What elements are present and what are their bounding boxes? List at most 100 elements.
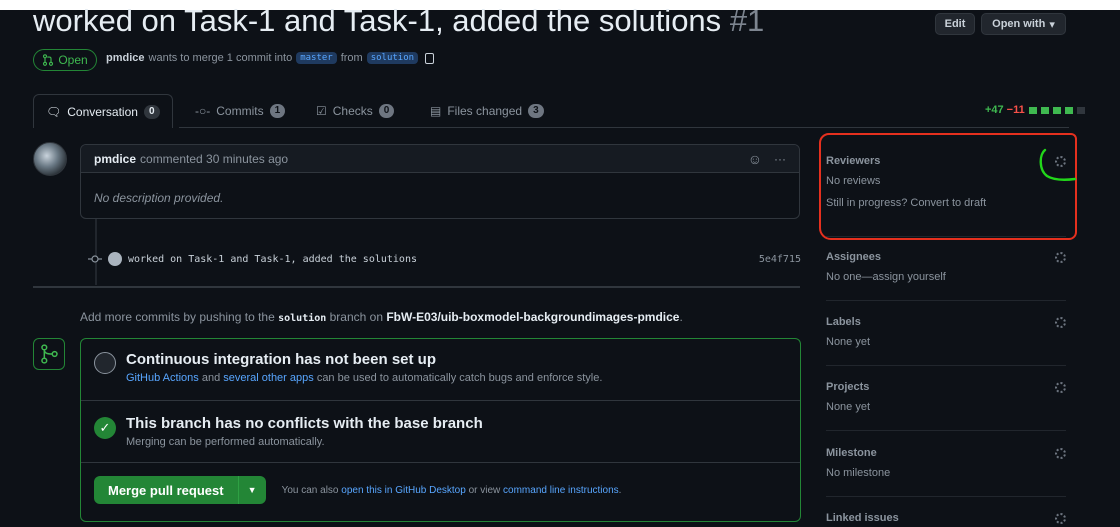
labels-gear-icon[interactable]: [1055, 316, 1066, 328]
milestone-value: No milestone: [826, 467, 891, 479]
add-more-suffix: .: [679, 310, 683, 324]
edit-button[interactable]: Edit: [935, 13, 975, 35]
merge-info: pmdice wants to merge 1 commit into mast…: [106, 52, 435, 64]
tab-files-changed[interactable]: ▤ Files changed 3: [430, 94, 544, 128]
diffstat-box: [1052, 106, 1061, 114]
assignees-label: Assignees: [826, 251, 882, 263]
merge-box: Continuous integration has not been set …: [80, 338, 801, 522]
caret-down-icon: ▾: [1049, 18, 1055, 31]
state-label: Open: [58, 53, 88, 67]
ci-rest: can be used to automatically catch bugs …: [316, 372, 603, 384]
also-text: You can also open this in GitHub Desktop…: [282, 485, 622, 496]
commit-sha[interactable]: 5e4f715: [759, 254, 801, 265]
diffstat-box: [1076, 106, 1085, 114]
tab-checks[interactable]: ☑ Checks 0: [316, 94, 395, 128]
assignees-gear-icon[interactable]: [1055, 251, 1066, 263]
checklist-icon: ☑: [316, 104, 327, 118]
tab-conversation-count: 0: [143, 104, 160, 119]
sidebar-divider: [826, 365, 1066, 366]
other-apps-link[interactable]: several other apps: [223, 372, 314, 384]
state-badge: Open: [33, 49, 97, 71]
timeline-divider: [33, 286, 800, 288]
labels-value: None yet: [826, 336, 871, 348]
tab-checks-count: 0: [378, 104, 395, 118]
sidebar-divider: [826, 300, 1066, 301]
commit-icon: [88, 255, 102, 263]
tab-checks-label: Checks: [332, 104, 373, 118]
diffstat-box: [1028, 106, 1037, 114]
avatar[interactable]: [108, 252, 122, 266]
no-conflicts-sub: Merging can be performed automatically.: [126, 436, 325, 448]
git-merge-icon: [33, 338, 65, 370]
github-desktop-link[interactable]: open this in GitHub Desktop: [341, 485, 466, 496]
linked-issues-section: Linked issues: [826, 512, 1066, 524]
tab-commits-label: Commits: [216, 104, 264, 118]
assignees-section: Assignees No one—assign yourself: [826, 251, 1066, 283]
add-more-branch: solution: [278, 313, 327, 324]
labels-section: Labels None yet: [826, 316, 1066, 348]
kebab-menu-icon[interactable]: ···: [774, 152, 786, 166]
base-branch[interactable]: master: [296, 52, 337, 64]
tab-commits[interactable]: -○- Commits 1: [195, 94, 286, 128]
commit-icon: -○-: [195, 104, 211, 118]
pr-title: worked on Task-1 and Task-1, added the s…: [33, 3, 764, 39]
add-more-middle: branch on: [329, 310, 383, 324]
milestone-gear-icon[interactable]: [1055, 447, 1066, 459]
open-with-button[interactable]: Open with ▾: [981, 13, 1066, 35]
merge-pull-request-button[interactable]: Merge pull request: [94, 476, 238, 504]
no-conflicts-title: This branch has no conflicts with the ba…: [126, 415, 483, 432]
copy-icon[interactable]: [425, 52, 435, 64]
sidebar-divider: [826, 496, 1066, 497]
open-with-label: Open with: [992, 18, 1046, 30]
comment-body: No description provided.: [94, 191, 224, 205]
deletions-count: −11: [1006, 104, 1025, 116]
emoji-reaction-icon[interactable]: ☺: [748, 151, 762, 167]
comment-action: commented 30 minutes ago: [140, 151, 289, 166]
projects-gear-icon[interactable]: [1055, 381, 1066, 393]
also-prefix: You can also: [281, 484, 339, 496]
robot-icon: [94, 352, 116, 374]
projects-section: Projects None yet: [826, 381, 1066, 413]
also-suffix: .: [618, 484, 622, 496]
commit-message[interactable]: worked on Task-1 and Task-1, added the s…: [128, 254, 417, 265]
comment-author[interactable]: pmdice: [94, 152, 136, 166]
comment-box: pmdice commented 30 minutes ago ☺ ··· No…: [80, 144, 800, 219]
annotation-green-mark: [1039, 148, 1077, 182]
ci-section: Continuous integration has not been set …: [81, 339, 800, 401]
diffstat: +47 −11: [985, 104, 1085, 116]
tab-conversation-label: Conversation: [67, 104, 138, 119]
ci-title: Continuous integration has not been set …: [126, 351, 436, 368]
check-circle-icon: ✓: [94, 417, 116, 439]
milestone-section: Milestone No milestone: [826, 447, 1066, 479]
commit-row: worked on Task-1 and Task-1, added the s…: [88, 252, 801, 266]
github-actions-link[interactable]: GitHub Actions: [126, 372, 199, 384]
tab-files-label: Files changed: [447, 104, 523, 118]
linked-issues-label: Linked issues: [826, 512, 899, 524]
add-more-prefix: Add more commits by pushing to the: [80, 310, 275, 324]
also-mid: or view: [468, 484, 501, 496]
repo-link[interactable]: FbW-E03/uib-boxmodel-backgroundimages-pm…: [386, 310, 679, 324]
ci-description: GitHub Actions and several other apps ca…: [126, 372, 602, 384]
tab-commits-count: 1: [269, 104, 286, 118]
author-link[interactable]: pmdice: [106, 52, 145, 64]
tab-conversation[interactable]: 🗨 Conversation 0: [33, 94, 173, 128]
caret-down-icon: ▼: [247, 485, 257, 495]
tabs-divider: [179, 127, 1069, 128]
merge-button-group: Merge pull request ▼: [94, 476, 266, 504]
head-branch[interactable]: solution: [366, 52, 419, 64]
pr-number: #1: [729, 3, 765, 38]
tab-files-count: 3: [528, 104, 544, 118]
ci-and: and: [201, 372, 221, 384]
diffstat-box: [1064, 106, 1073, 114]
projects-label: Projects: [826, 381, 870, 393]
avatar[interactable]: [33, 142, 67, 176]
assignees-value[interactable]: No one—assign yourself: [826, 271, 1066, 283]
milestone-label: Milestone: [826, 447, 877, 459]
merge-dropdown-button[interactable]: ▼: [237, 476, 266, 504]
file-diff-icon: ▤: [430, 104, 442, 118]
from-text: from: [340, 52, 363, 64]
command-line-link[interactable]: command line instructions: [503, 485, 619, 496]
diffstat-box: [1040, 106, 1049, 114]
pull-request-icon: [43, 54, 54, 66]
linked-issues-gear-icon[interactable]: [1055, 512, 1066, 524]
